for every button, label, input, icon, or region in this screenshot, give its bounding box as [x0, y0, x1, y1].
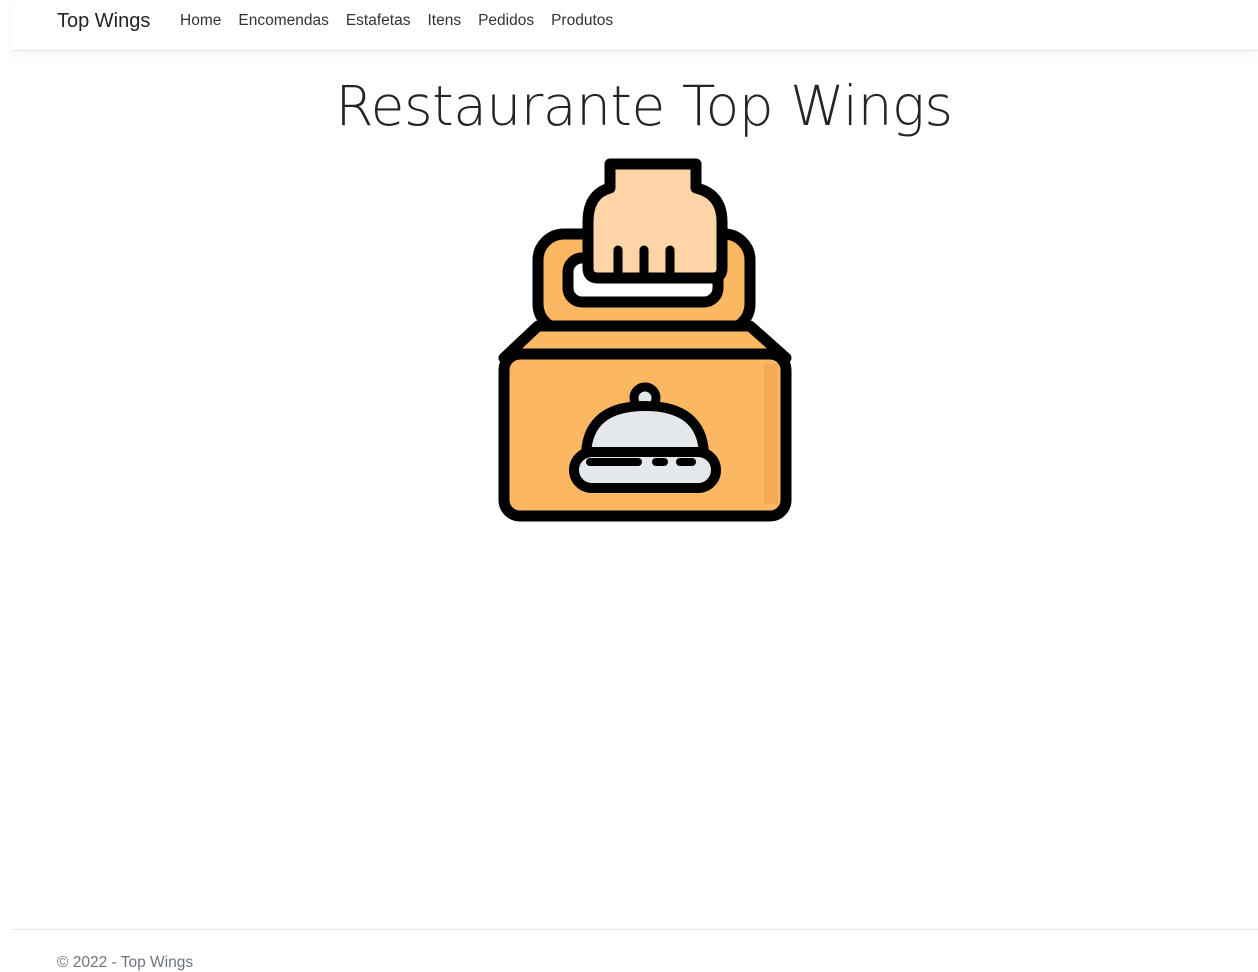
takeaway-box-cloche-icon — [498, 158, 792, 522]
nav-link-produtos[interactable]: Produtos — [543, 12, 622, 30]
nav-link-home[interactable]: Home — [180, 12, 230, 30]
navbar: Top Wings Home Encomendas Estafetas Iten… — [12, 0, 1258, 51]
brand-link[interactable]: Top Wings — [57, 10, 150, 33]
footer-copyright: © 2022 - Top Wings — [57, 954, 194, 971]
page-title: Restaurante Top Wings — [335, 74, 953, 138]
nav-link-estafetas[interactable]: Estafetas — [337, 12, 419, 30]
nav-link-encomendas[interactable]: Encomendas — [230, 12, 337, 30]
nav-menu: Home Encomendas Estafetas Itens Pedidos … — [180, 12, 622, 30]
nav-link-pedidos[interactable]: Pedidos — [470, 12, 543, 30]
footer: © 2022 - Top Wings — [12, 929, 1258, 971]
nav-link-itens[interactable]: Itens — [419, 12, 470, 30]
